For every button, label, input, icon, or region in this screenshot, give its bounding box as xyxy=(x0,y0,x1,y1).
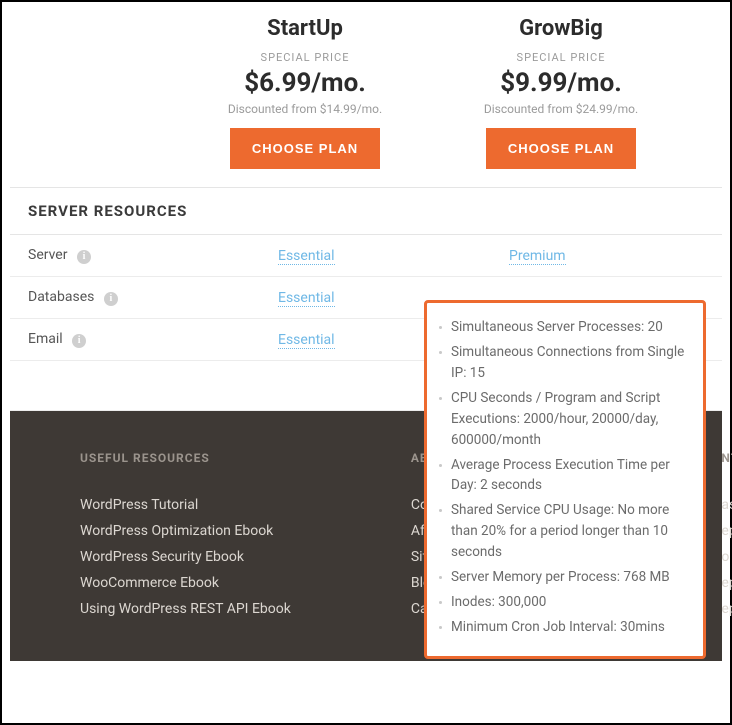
footer-heading: NT xyxy=(721,451,732,465)
databases-value-startup[interactable]: Essential xyxy=(278,290,335,307)
plan-name: GrowBig xyxy=(446,16,676,41)
footer-heading: USEFUL RESOURCES xyxy=(80,451,291,465)
footer-link[interactable]: WooCommerce Ebook xyxy=(80,575,291,591)
row-label: Server xyxy=(28,247,67,263)
row-label: Databases xyxy=(28,289,94,305)
tooltip-item: CPU Seconds / Program and Script Executi… xyxy=(437,388,689,451)
footer-link[interactable]: ep xyxy=(721,523,732,539)
tooltip-item: Minimum Cron Job Interval: 30mins xyxy=(437,617,689,638)
footer-col-partial: NT ast ep o C ep ep xyxy=(721,451,732,617)
row-label: Email xyxy=(28,331,63,347)
tooltip-item: Inodes: 300,000 xyxy=(437,592,689,613)
special-price-label: SPECIAL PRICE xyxy=(446,51,676,64)
footer-link[interactable]: WordPress Optimization Ebook xyxy=(80,523,291,539)
special-price-label: SPECIAL PRICE xyxy=(190,51,420,64)
tooltip-item: Simultaneous Server Processes: 20 xyxy=(437,317,689,338)
info-icon[interactable]: i xyxy=(77,250,91,264)
tooltip-item: Simultaneous Connections from Single IP:… xyxy=(437,342,689,384)
tooltip-item: Shared Service CPU Usage: No more than 2… xyxy=(437,500,689,563)
email-value-startup[interactable]: Essential xyxy=(278,332,335,349)
footer-link[interactable]: o C xyxy=(721,549,732,565)
footer-link[interactable]: WordPress Tutorial xyxy=(80,497,291,513)
section-title-server-resources: SERVER RESOURCES xyxy=(10,187,722,235)
tooltip-item: Server Memory per Process: 768 MB xyxy=(437,567,689,588)
premium-server-tooltip: Simultaneous Server Processes: 20 Simult… xyxy=(424,300,706,659)
plan-price: $6.99/mo. xyxy=(190,68,420,98)
discount-note: Discounted from $14.99/mo. xyxy=(190,102,420,116)
server-value-growbig[interactable]: Premium xyxy=(509,248,566,265)
plan-startup: StartUp SPECIAL PRICE $6.99/mo. Discount… xyxy=(190,16,420,187)
choose-plan-button[interactable]: CHOOSE PLAN xyxy=(230,128,380,169)
discount-note: Discounted from $24.99/mo. xyxy=(446,102,676,116)
footer-link[interactable]: WordPress Security Ebook xyxy=(80,549,291,565)
server-value-startup[interactable]: Essential xyxy=(278,248,335,265)
plan-price: $9.99/mo. xyxy=(446,68,676,98)
footer-link[interactable]: Using WordPress REST API Ebook xyxy=(80,601,291,617)
plan-name: StartUp xyxy=(190,16,420,41)
footer-link[interactable]: ast xyxy=(721,497,732,513)
info-icon[interactable]: i xyxy=(72,334,86,348)
pricing-plans: StartUp SPECIAL PRICE $6.99/mo. Discount… xyxy=(10,2,722,187)
footer-link[interactable]: ep xyxy=(721,575,732,591)
choose-plan-button[interactable]: CHOOSE PLAN xyxy=(486,128,636,169)
tooltip-item: Average Process Execution Time per Day: … xyxy=(437,455,689,497)
info-icon[interactable]: i xyxy=(104,292,118,306)
footer-col-useful: USEFUL RESOURCES WordPress Tutorial Word… xyxy=(80,451,291,621)
plan-growbig: GrowBig SPECIAL PRICE $9.99/mo. Discount… xyxy=(446,16,676,187)
footer-link[interactable]: ep xyxy=(721,601,732,617)
table-row: Server i Essential Premium xyxy=(10,235,722,277)
